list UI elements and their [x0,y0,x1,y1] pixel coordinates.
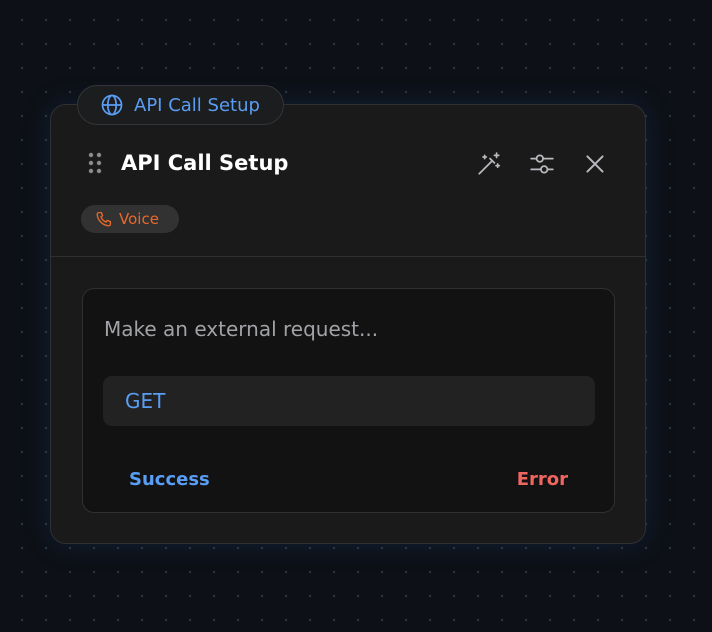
node-label-text: API Call Setup [134,94,260,116]
node-header: API Call Setup Voice [51,105,645,257]
close-button[interactable] [579,148,611,180]
channel-badge: Voice [81,205,179,233]
request-panel: Make an external request... GET Success … [82,288,615,513]
sliders-icon [530,154,554,174]
ai-assist-button[interactable] [473,148,505,180]
request-description: Make an external request... [104,317,379,341]
error-output[interactable]: Error [517,469,568,490]
magic-wand-icon [478,152,501,175]
http-method-select[interactable]: GET [103,376,595,426]
api-call-node[interactable]: API Call Setup Voice Make an external re… [50,104,646,544]
node-title: API Call Setup [121,151,289,175]
close-icon [586,155,604,173]
node-label-tab: API Call Setup [77,85,284,125]
channel-badge-label: Voice [119,210,159,228]
success-output[interactable]: Success [129,469,210,490]
phone-icon [96,211,112,227]
globe-icon [101,94,123,116]
settings-button[interactable] [526,148,558,180]
drag-handle-icon[interactable] [87,152,103,174]
